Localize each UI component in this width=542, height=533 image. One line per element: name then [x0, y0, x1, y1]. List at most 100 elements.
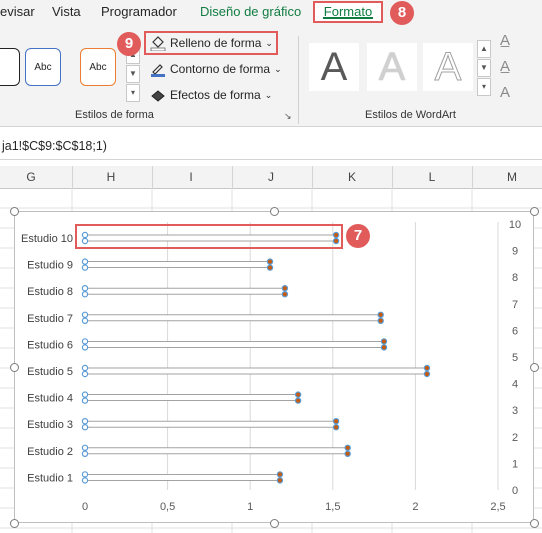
- bar[interactable]: [84, 420, 337, 428]
- bar-selection-handle[interactable]: [294, 397, 302, 404]
- chart-area[interactable]: Estudio 10 Estudio 9 Estudio 8 Estudio 7 Est…: [14, 211, 534, 523]
- bar-selection-handle[interactable]: [344, 450, 351, 457]
- paint-bucket-icon: [150, 36, 166, 51]
- bar-selection-handle[interactable]: [332, 423, 340, 431]
- bar-selection-handle[interactable]: [81, 417, 89, 425]
- resize-handle-top[interactable]: [270, 207, 279, 216]
- text-outline-icon[interactable]: A̲: [500, 58, 510, 75]
- bar-selection-handle[interactable]: [266, 258, 274, 265]
- tab-formato[interactable]: Formato: [313, 1, 383, 23]
- resize-handle-left[interactable]: [10, 363, 19, 372]
- resize-handle-bottom-left[interactable]: [10, 519, 19, 528]
- y-category-label: Estudio 10: [21, 233, 73, 245]
- bar-selection-handle[interactable]: [81, 423, 89, 431]
- x-tick-label: 0: [82, 501, 88, 513]
- dialog-launcher-icon[interactable]: ↘: [284, 111, 292, 122]
- wordart-style-2[interactable]: A: [367, 43, 417, 91]
- bar-selection-handle[interactable]: [276, 477, 284, 484]
- resize-handle-top-left[interactable]: [10, 207, 19, 216]
- shape-style-dark[interactable]: [0, 48, 20, 86]
- bar-selection-handle[interactable]: [81, 317, 89, 325]
- wordart-up-icon[interactable]: ▲: [477, 40, 491, 58]
- bar-selection-handle[interactable]: [81, 477, 89, 484]
- bar-selection-handle[interactable]: [332, 417, 340, 425]
- bar-selection-handle[interactable]: [81, 344, 89, 351]
- bar-selection-handle[interactable]: [266, 264, 274, 271]
- bar-selection-handle[interactable]: [423, 370, 431, 378]
- bar[interactable]: [84, 394, 299, 402]
- bar-selection-handle[interactable]: [81, 370, 89, 378]
- gallery-more-icon[interactable]: ▾: [126, 84, 140, 102]
- bar-selection-handle[interactable]: [81, 290, 89, 298]
- x-tick-label: 0,5: [160, 501, 175, 513]
- resize-handle-bottom[interactable]: [270, 519, 279, 528]
- bar-selection-handle[interactable]: [294, 391, 302, 398]
- bar-selection-handle[interactable]: [81, 444, 89, 451]
- text-effects-icon[interactable]: A: [500, 84, 510, 101]
- bar[interactable]: [84, 340, 385, 348]
- bar-selection-handle[interactable]: [281, 290, 289, 298]
- bar-selection-handle[interactable]: [81, 311, 89, 319]
- resize-handle-right[interactable]: [530, 363, 539, 372]
- bar[interactable]: [84, 447, 349, 455]
- resize-handle-bottom-right[interactable]: [530, 519, 539, 528]
- bar-selection-handle[interactable]: [81, 264, 89, 271]
- bar-selection-handle[interactable]: [423, 364, 431, 372]
- shape-style-blue[interactable]: Abc: [25, 48, 61, 86]
- wordart-more-icon[interactable]: ▾: [477, 78, 491, 96]
- bar-selection-handle[interactable]: [81, 391, 89, 398]
- bar-selection-handle[interactable]: [377, 311, 384, 319]
- gallery-down-icon[interactable]: ▼: [126, 65, 140, 83]
- text-fill-icon[interactable]: A̲: [500, 32, 510, 49]
- tab-diseno-grafico[interactable]: Diseño de gráfico: [200, 4, 301, 19]
- bar[interactable]: [84, 473, 281, 481]
- secondary-y-tick-label: 7: [512, 299, 518, 311]
- chart-plot[interactable]: Estudio 10Estudio 9Estudio 8Estudio 7Est…: [15, 212, 535, 524]
- column-header-j[interactable]: J: [261, 170, 281, 184]
- bar-selection-handle[interactable]: [81, 258, 89, 265]
- bar-selection-handle[interactable]: [81, 338, 89, 345]
- bar[interactable]: [84, 367, 428, 375]
- bar-selection-handle[interactable]: [276, 471, 284, 478]
- bar[interactable]: [84, 261, 271, 268]
- shape-outline-button[interactable]: Contorno de forma ⌄: [150, 61, 282, 77]
- y-category-label: Estudio 5: [27, 366, 73, 378]
- resize-handle-top-right[interactable]: [530, 207, 539, 216]
- column-header-l[interactable]: L: [422, 170, 442, 184]
- bar-selection-handle[interactable]: [81, 284, 89, 292]
- secondary-y-tick-label: 9: [512, 246, 518, 258]
- bar-selection-handle[interactable]: [380, 344, 388, 351]
- bar[interactable]: [84, 287, 286, 295]
- column-header-g[interactable]: G: [21, 170, 41, 184]
- column-header-h[interactable]: H: [101, 170, 121, 184]
- bar-selection-handle[interactable]: [81, 450, 89, 457]
- column-header-i[interactable]: I: [181, 170, 201, 184]
- wordart-style-3[interactable]: A: [423, 43, 473, 91]
- shape-effects-button[interactable]: Efectos de forma ⌄: [150, 87, 272, 103]
- formula-bar[interactable]: ja1!$C$9:$C$18;1): [0, 133, 542, 160]
- bar-selection-handle[interactable]: [377, 317, 384, 325]
- bar-selection-handle[interactable]: [81, 471, 89, 478]
- tab-revisar[interactable]: evisar: [0, 4, 35, 19]
- bar-selection-handle[interactable]: [344, 444, 351, 451]
- bar-selection-handle[interactable]: [380, 338, 388, 345]
- column-header-m[interactable]: M: [502, 170, 522, 184]
- column-divider: [472, 166, 473, 188]
- shape-fill-label: Relleno de forma: [170, 36, 262, 50]
- shape-fill-button[interactable]: Relleno de forma ⌄: [150, 35, 273, 51]
- wordart-down-icon[interactable]: ▼: [477, 59, 491, 77]
- y-category-label: Estudio 1: [27, 472, 73, 484]
- shape-effects-label: Efectos de forma: [170, 88, 261, 102]
- bar-selection-handle[interactable]: [81, 364, 89, 372]
- tab-vista[interactable]: Vista: [52, 4, 81, 19]
- shape-style-orange[interactable]: Abc: [80, 48, 116, 86]
- bar-selection-handle[interactable]: [281, 284, 289, 292]
- tab-programador[interactable]: Programador: [101, 4, 177, 19]
- bar-selection-handle[interactable]: [81, 397, 89, 404]
- bar[interactable]: [84, 314, 382, 322]
- column-header-k[interactable]: K: [342, 170, 362, 184]
- chevron-down-icon: ⌄: [264, 89, 273, 100]
- wordart-style-1[interactable]: A: [309, 43, 359, 91]
- wordart-style-2-letter: A: [378, 45, 406, 89]
- ribbon-panel: Abc Abc ▲ ▼ ▾ 9 Relleno de forma ⌄ Conto…: [0, 26, 542, 127]
